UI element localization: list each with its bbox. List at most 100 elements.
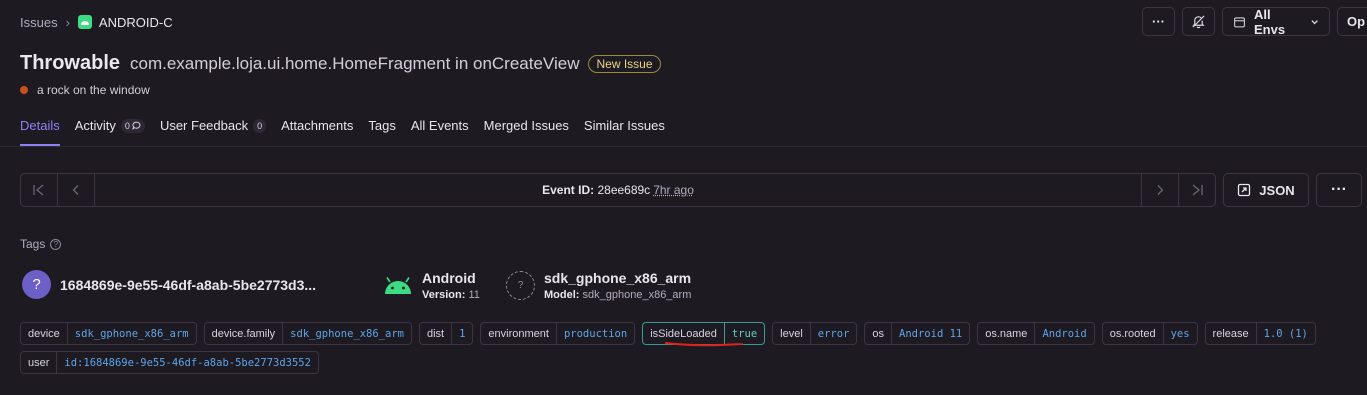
calendar-icon xyxy=(1234,16,1245,27)
tag-pill[interactable]: device sdk_gphone_x86_arm xyxy=(20,322,197,345)
help-icon[interactable]: ? xyxy=(50,238,62,250)
tab-merged-issues[interactable]: Merged Issues xyxy=(484,118,569,133)
event-id-value: 28ee689c xyxy=(597,183,651,197)
bell-off-icon xyxy=(1192,15,1205,29)
tab-label: Attachments xyxy=(281,118,354,133)
tag-value[interactable]: yes xyxy=(1164,323,1197,344)
tag-pill[interactable]: user id:1684869e-9e55-46df-a8ab-5be2773d3… xyxy=(20,351,319,374)
device-unknown-icon: ? xyxy=(506,271,535,300)
first-event-button[interactable] xyxy=(21,174,58,206)
open-external-icon xyxy=(1238,183,1251,197)
tab-label: Details xyxy=(20,118,60,133)
event-navigation: Event ID: 28ee689c 7hr ago xyxy=(20,173,1216,207)
tab-similar-issues[interactable]: Similar Issues xyxy=(584,118,665,133)
device-model-value: sdk_gphone_x86_arm xyxy=(582,289,692,301)
tag-value[interactable]: sdk_gphone_x86_arm xyxy=(68,323,196,344)
tag-key: os xyxy=(865,323,893,344)
tag-value[interactable]: error xyxy=(811,323,857,344)
tag-pill[interactable]: os.name Android xyxy=(977,322,1095,345)
tags-heading: Tags ? xyxy=(20,237,62,251)
device-model-key: Model: xyxy=(544,289,580,301)
tab-attachments[interactable]: Attachments xyxy=(281,118,353,133)
user-avatar: ? xyxy=(22,270,51,299)
breadcrumb-project-link[interactable]: ANDROID-C xyxy=(99,15,173,30)
issue-header: Throwable com.example.loja.ui.home.HomeF… xyxy=(20,52,661,75)
ellipsis-icon: ··· xyxy=(1331,181,1347,198)
tag-value[interactable]: 1 xyxy=(452,323,472,344)
open-in-button[interactable]: Op xyxy=(1337,7,1367,36)
tag-key: os.name xyxy=(978,323,1036,344)
tag-key: environment xyxy=(481,323,557,344)
tab-all-events[interactable]: All Events xyxy=(411,118,469,133)
tag-value[interactable]: production xyxy=(557,323,634,344)
tab-count-value: 0 xyxy=(124,120,130,131)
chevron-down-icon xyxy=(1311,19,1318,24)
latest-event-button[interactable] xyxy=(1178,174,1215,206)
tab-count: 0 xyxy=(120,118,145,133)
tab-label: All Events xyxy=(410,118,469,133)
level-dot-icon xyxy=(20,86,28,94)
android-platform-icon xyxy=(77,15,92,29)
status-badge: New Issue xyxy=(588,54,661,73)
tab-details[interactable]: Details xyxy=(20,118,60,133)
issue-tabs: Details Activity 0 User Feedback 0 Attac… xyxy=(20,118,680,133)
tag-pill[interactable]: level error xyxy=(772,322,858,345)
context-os: Android Version: 11 xyxy=(383,270,480,301)
issue-culprit: a rock on the window xyxy=(20,83,150,97)
os-version-key: Version: xyxy=(422,289,466,301)
breadcrumb-issues-link[interactable]: Issues xyxy=(20,15,58,30)
culprit-text: a rock on the window xyxy=(37,83,150,97)
issue-type: Throwable xyxy=(20,52,121,74)
environment-select[interactable]: All Envs xyxy=(1222,6,1330,37)
tab-user-feedback[interactable]: User Feedback 0 xyxy=(159,118,267,133)
next-event-button[interactable] xyxy=(1141,174,1178,206)
tab-label: Similar Issues xyxy=(583,118,665,133)
os-version: Version: 11 xyxy=(422,289,480,301)
environment-label: All Envs xyxy=(1254,6,1286,37)
tag-key: dist xyxy=(420,323,453,344)
tag-value[interactable]: Android 11 xyxy=(892,323,969,344)
tab-label: User Feedback xyxy=(159,118,249,133)
header-divider xyxy=(0,146,1367,147)
chevron-right-icon xyxy=(1157,185,1164,195)
chevron-right-icon: › xyxy=(65,14,70,30)
tag-pill[interactable]: os.rooted yes xyxy=(1101,322,1198,345)
tag-value[interactable]: 1.0 (1) xyxy=(1257,323,1315,344)
context-user: ? 1684869e-9e55-46df-a8ab-5be2773d3... xyxy=(22,270,316,299)
event-time-ago: 7hr ago xyxy=(653,183,694,197)
json-label: JSON xyxy=(1259,182,1295,198)
context-device: ? sdk_gphone_x86_arm Model: sdk_gphone_x… xyxy=(506,270,691,301)
tab-count: 0 xyxy=(253,118,267,133)
tag-value[interactable]: id:1684869e-9e55-46df-a8ab-5be2773d3552 xyxy=(57,352,318,373)
tab-activity[interactable]: Activity 0 xyxy=(75,118,145,133)
tag-key: os.rooted xyxy=(1103,323,1164,344)
tag-pill[interactable]: environment production xyxy=(480,322,636,345)
annotation-underline xyxy=(664,342,744,347)
tab-label: Tags xyxy=(368,118,396,133)
json-button[interactable]: JSON xyxy=(1223,173,1309,207)
tag-pill[interactable]: device.family sdk_gphone_x86_arm xyxy=(203,322,412,345)
tag-key: device xyxy=(21,323,68,344)
more-actions-button[interactable]: ··· xyxy=(1142,7,1175,36)
mute-button[interactable] xyxy=(1182,7,1215,36)
previous-event-button[interactable] xyxy=(58,174,95,206)
tab-label: Activity xyxy=(74,118,116,133)
tag-pill[interactable]: dist 1 xyxy=(418,322,474,345)
skip-back-icon xyxy=(33,184,44,196)
tags-heading-text: Tags xyxy=(20,237,46,251)
event-more-button[interactable]: ··· xyxy=(1316,173,1362,207)
device-name: sdk_gphone_x86_arm xyxy=(544,270,692,286)
event-id-display: Event ID: 28ee689c 7hr ago xyxy=(95,174,1141,206)
tab-label: Merged Issues xyxy=(483,118,569,133)
tag-pill[interactable]: os Android 11 xyxy=(864,322,971,345)
tag-value[interactable]: Android xyxy=(1035,323,1093,344)
tag-key: release xyxy=(1206,323,1257,344)
chevron-left-icon xyxy=(72,185,79,195)
comment-icon xyxy=(132,121,141,130)
ellipsis-icon: ··· xyxy=(1152,14,1165,29)
tag-pill[interactable]: release 1.0 (1) xyxy=(1204,322,1316,345)
tab-tags[interactable]: Tags xyxy=(368,118,395,133)
tag-value[interactable]: sdk_gphone_x86_arm xyxy=(283,323,411,344)
os-version-value: 11 xyxy=(468,289,480,301)
skip-forward-icon xyxy=(1192,184,1203,196)
